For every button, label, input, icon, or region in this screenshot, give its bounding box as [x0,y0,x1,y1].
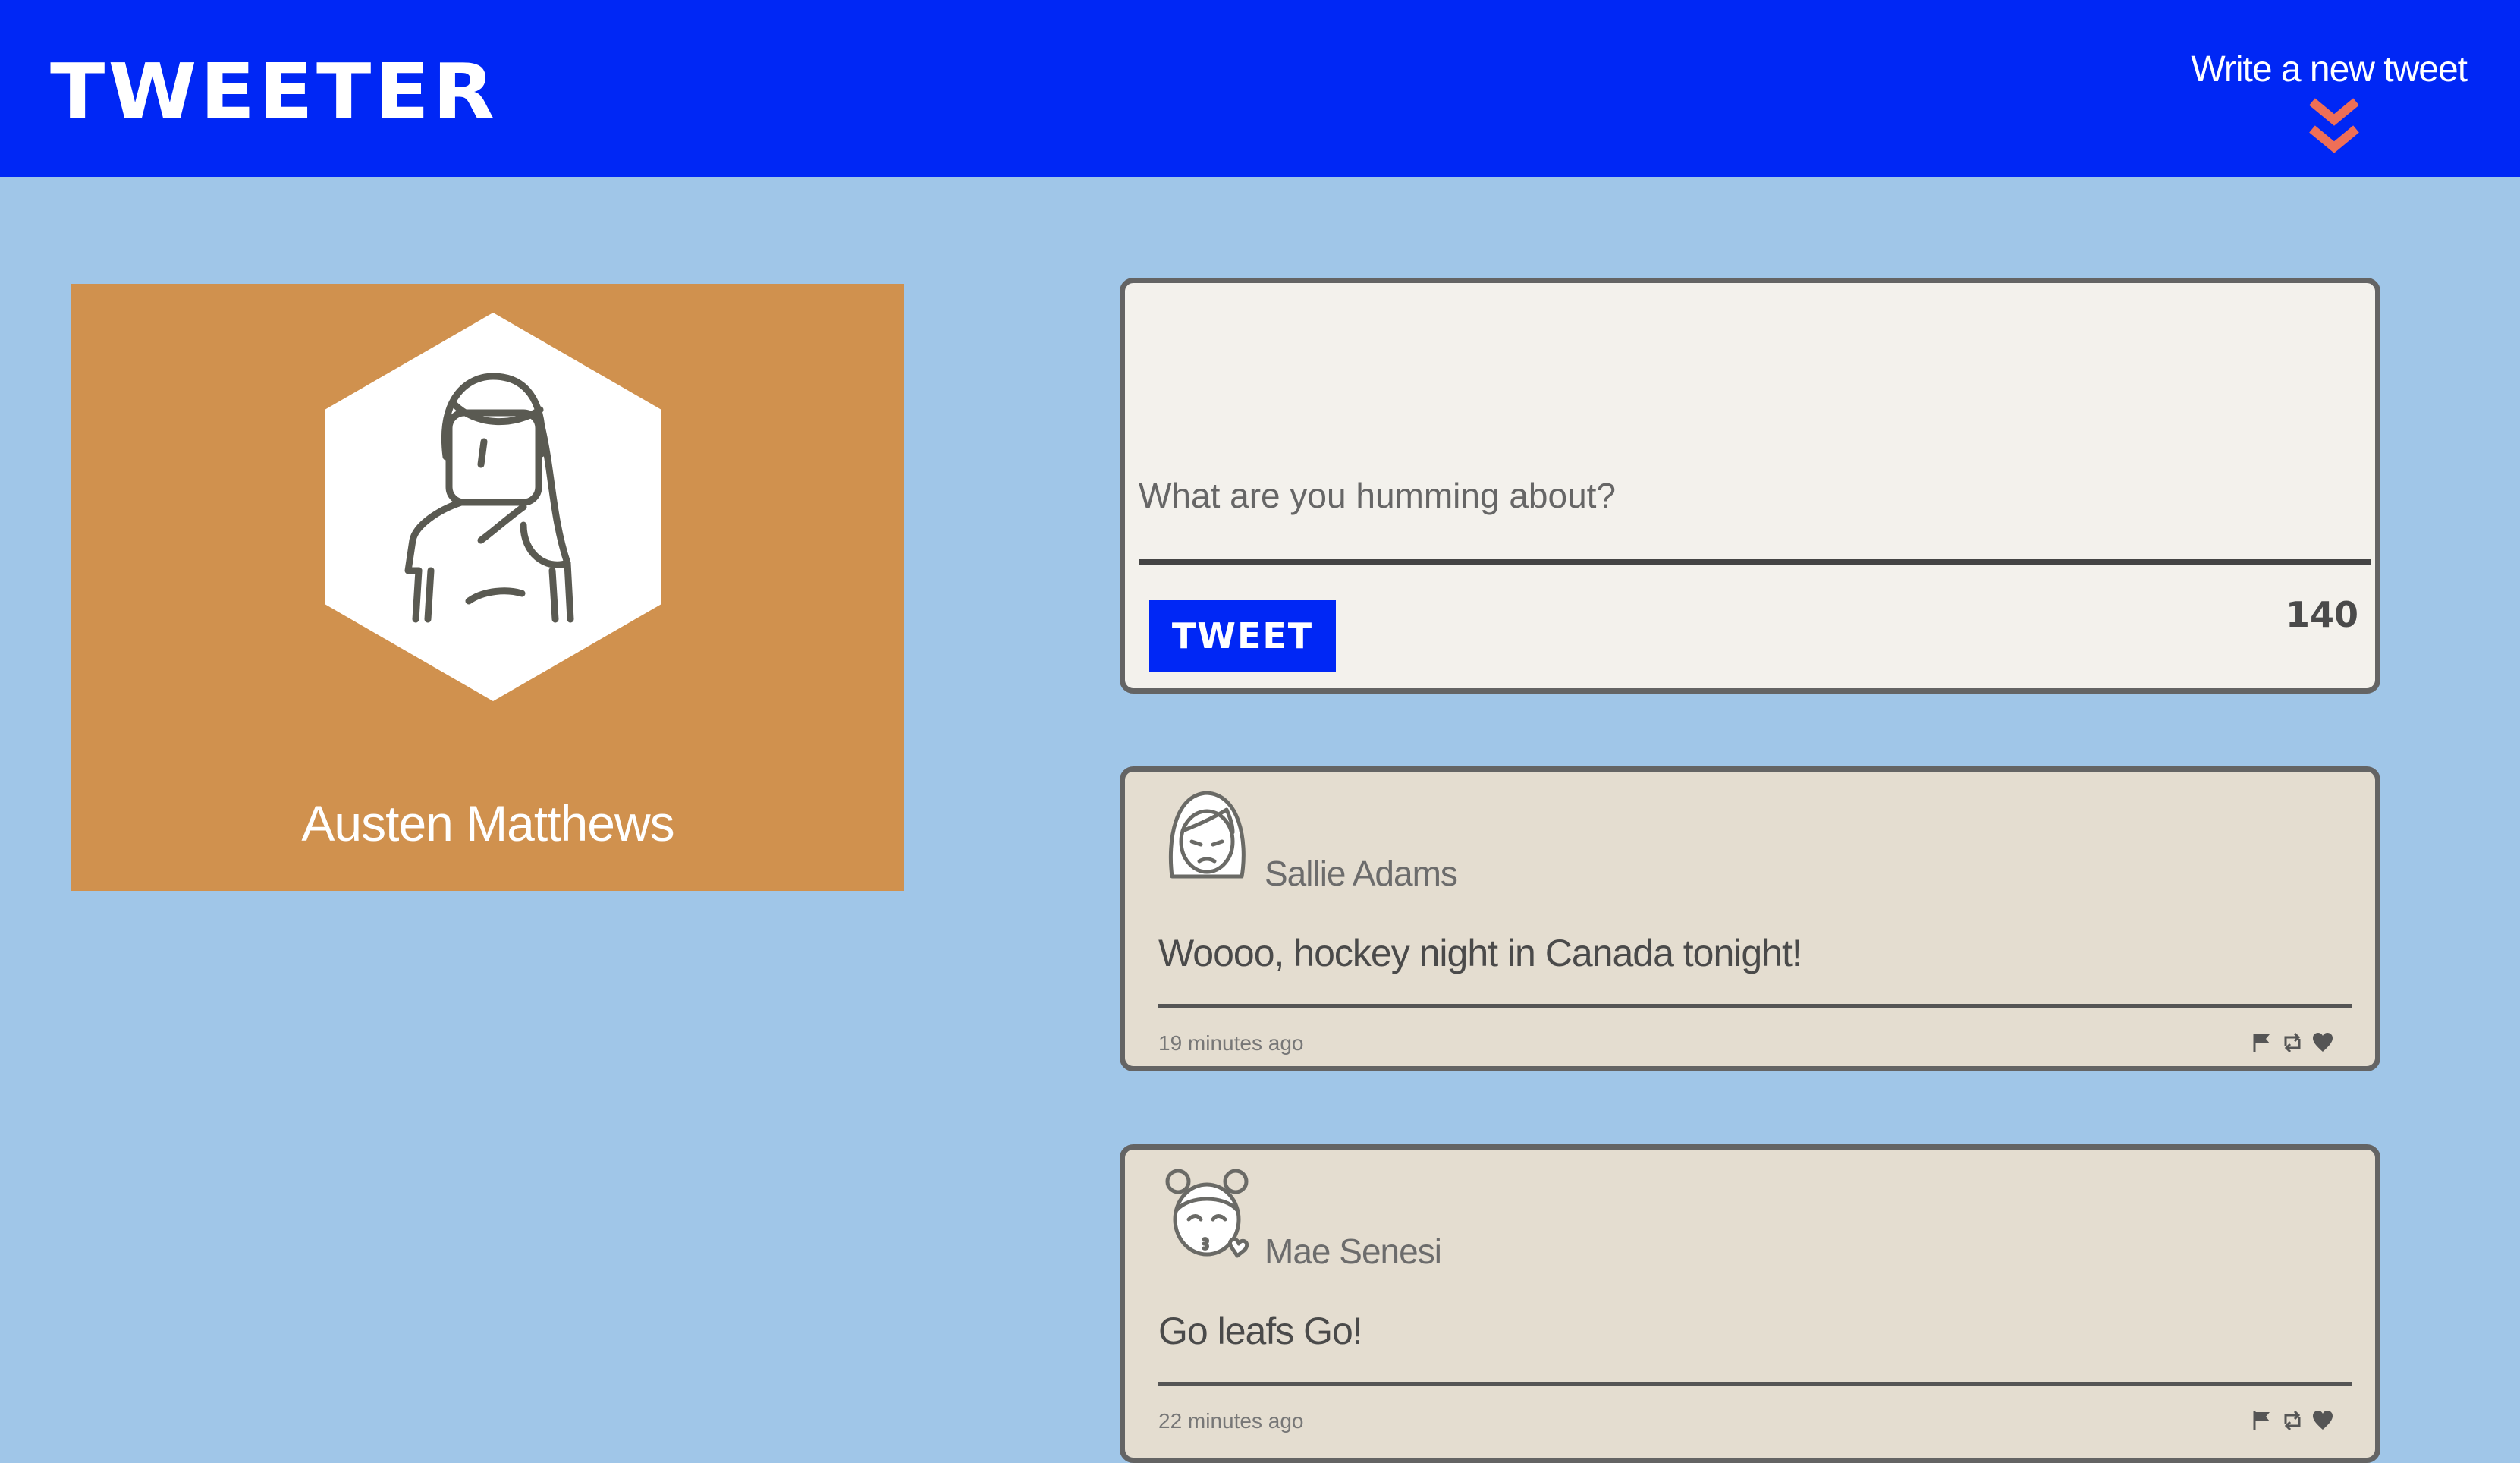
app-logo[interactable]: TWEETER [50,50,498,134]
navbar: TWEETER Write a new tweet [0,0,2520,177]
tweet-divider [1158,1004,2352,1008]
composer-divider [1139,559,2371,565]
flag-icon[interactable] [2251,1031,2273,1054]
tweet-submit-button[interactable]: TWEET [1149,600,1336,672]
tweet-actions [2251,1031,2342,1057]
tweet-author[interactable]: Sallie Adams [1265,851,1458,896]
tweet-text-input[interactable] [1139,465,2360,526]
retweet-icon[interactable] [2281,1031,2304,1054]
tweet-author[interactable]: Mae Senesi [1265,1229,1442,1274]
girl-avatar-icon [1168,791,1246,879]
tweet-timestamp: 22 minutes ago [1158,1409,1304,1433]
character-counter: 140 [2285,594,2358,635]
tweet-card: Sallie Adams Woooo, hockey night in Cana… [1120,766,2380,1071]
tweet-card: Mae Senesi Go leafs Go! 22 minutes ago [1120,1144,2380,1463]
kiss-girl-avatar-icon [1165,1169,1249,1258]
retweet-icon[interactable] [2281,1409,2304,1432]
write-new-tweet-toggle[interactable]: Write a new tweet [2191,47,2473,161]
profile-name: Austen Matthews [301,795,674,851]
tweet-timestamp: 19 minutes ago [1158,1031,1304,1055]
flag-icon[interactable] [2251,1409,2273,1432]
tweet-text: Go leafs Go! [1158,1310,1363,1352]
tweet-text: Woooo, hockey night in Canada tonight! [1158,932,1802,974]
double-chevron-down-icon[interactable] [2308,97,2361,158]
new-tweet-form: TWEET 140 [1120,278,2380,694]
tweet-actions [2251,1409,2342,1435]
woman-avatar-icon [325,313,661,701]
write-new-tweet-label[interactable]: Write a new tweet [2191,47,2468,93]
heart-icon[interactable] [2311,1031,2334,1054]
heart-icon[interactable] [2311,1409,2334,1432]
tweet-divider [1158,1382,2352,1386]
